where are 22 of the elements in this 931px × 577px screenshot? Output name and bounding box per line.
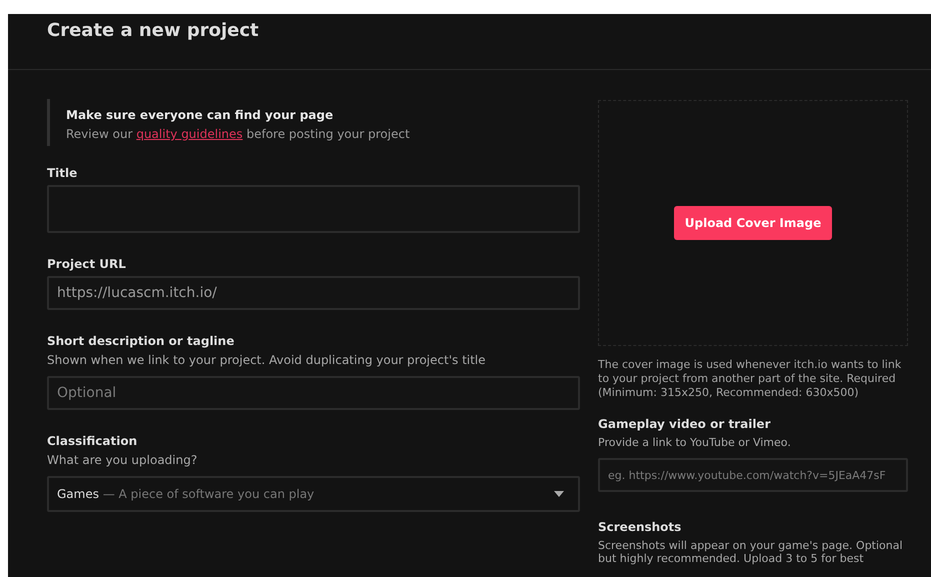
field-hint: Shown when we link to your project. Avoid duplicating your project's title <box>47 353 487 367</box>
field-label: Gameplay video or trailer <box>598 417 770 432</box>
classification-dropdown[interactable]: Games — A piece of software you can play <box>47 476 580 512</box>
field-hint: Screenshots will appear on your game's page. Optional but highly recommended. Upload 3 to 5 for best <box>598 539 904 566</box>
cover-note: The cover image is used whenever itch.io wants to link to your project from another part of the site. Required (Minimum: 315x250, Recommended: 630x500) <box>598 358 902 400</box>
page-title: Create a new project <box>47 19 259 41</box>
notice-text: Review our quality guidelines before posting your project <box>66 127 410 141</box>
field-label: Short description or tagline <box>47 334 234 348</box>
field-label: Classification <box>47 434 138 448</box>
caret-icon <box>554 491 564 497</box>
field-label: Project URL <box>47 257 126 271</box>
text-field[interactable]: https://lucascm.itch.io/ <box>47 276 580 310</box>
field-label: Title <box>47 166 78 180</box>
upload-cover-button[interactable]: Upload Cover Image <box>674 206 832 240</box>
field-hint: Provide a link to YouTube or Vimeo. <box>598 436 792 450</box>
quality-guidelines-link[interactable]: quality guidelines <box>136 127 243 141</box>
field-label: Screenshots <box>598 520 682 534</box>
video-url-field[interactable]: eg. https://www.youtube.com/watch?v=5JEaA47sF <box>598 458 908 492</box>
field-hint: What are you uploading? <box>47 453 198 467</box>
notice-heading: Make sure everyone can find your page <box>66 108 334 122</box>
text-field[interactable]: Optional <box>47 376 580 410</box>
text-field[interactable] <box>47 185 580 233</box>
